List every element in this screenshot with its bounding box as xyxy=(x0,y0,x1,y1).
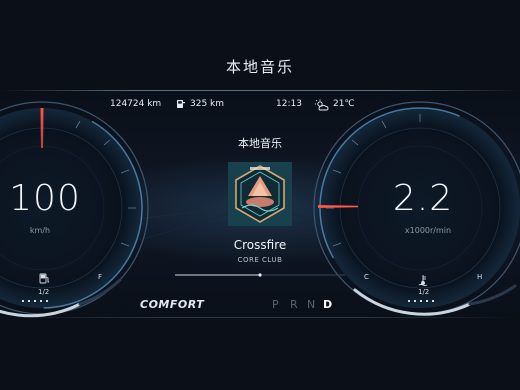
gear-n: N xyxy=(307,298,317,311)
artist-name: CORE CLUB xyxy=(237,256,283,264)
song-title[interactable]: Crossfire xyxy=(180,238,340,252)
weather-icon xyxy=(314,99,329,111)
outside-temperature: 21℃ xyxy=(333,99,355,109)
page-title: 本地音乐 xyxy=(225,58,294,76)
odometer: 124724 km xyxy=(110,99,162,109)
temp-cold-label: C xyxy=(364,273,369,281)
gear-p: P xyxy=(272,298,280,311)
range-icon xyxy=(177,100,185,108)
temp-hot-label: H xyxy=(477,273,483,281)
media-source-title: 本地音乐 xyxy=(238,137,282,150)
temp-fraction-label: 1/2 xyxy=(418,288,430,296)
instrument-cluster: 124724 km 325 km 12:13 21℃ 100 km/h 1/2 … xyxy=(0,90,520,318)
fuel-fraction-label: 1/2 xyxy=(38,288,50,296)
gear-r: R xyxy=(290,298,299,311)
range-remaining: 325 km xyxy=(190,99,225,109)
rpm-unit: x1000r/min xyxy=(404,226,452,235)
fuel-full-label: F xyxy=(98,273,103,281)
media-progress-knob xyxy=(258,273,262,277)
speed-unit: km/h xyxy=(29,226,51,235)
rpm-value: 2.2 xyxy=(392,178,454,219)
album-art xyxy=(228,162,292,226)
speed-value: 100 xyxy=(9,178,81,219)
gear-d: D xyxy=(323,298,334,311)
drive-mode: COMFORT xyxy=(140,298,205,311)
clock: 12:13 xyxy=(276,99,302,109)
